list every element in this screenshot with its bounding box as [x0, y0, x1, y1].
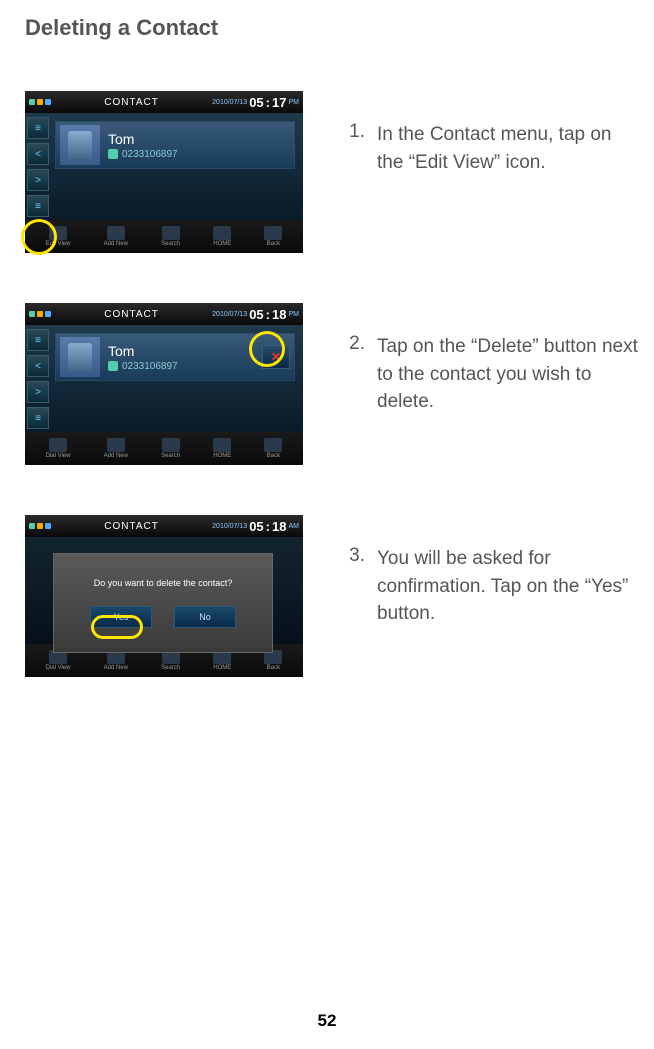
scroll-up-icon[interactable]: ≡ — [27, 117, 49, 139]
search-button[interactable]: Search — [161, 226, 180, 247]
step-2: CONTACT 2010/07/13 05 : 18 PM ≡ < > ≡ To… — [25, 303, 639, 465]
step-3: CONTACT 2010/07/13 05 : 18 AM Do you wan… — [25, 515, 639, 677]
nav-right-icon[interactable]: > — [27, 169, 49, 191]
step-1-number: 1. — [343, 121, 365, 143]
yes-button[interactable]: Yes — [90, 606, 152, 628]
scroll-down-icon[interactable]: ≡ — [27, 195, 49, 217]
add-new-button[interactable]: Add New — [104, 438, 128, 459]
screen-body: ≡ < > ≡ Tom 0233106897 — [25, 113, 303, 220]
step-3-number: 3. — [343, 545, 365, 567]
scroll-down-icon[interactable]: ≡ — [27, 407, 49, 429]
back-button[interactable]: Back — [264, 650, 282, 671]
screen-footer: Edit View Add New Search HOME Back — [25, 220, 303, 253]
confirm-dialog: Do you want to delete the contact? Yes N… — [53, 553, 273, 653]
step-2-text: 2. Tap on the “Delete” button next to th… — [343, 303, 639, 416]
contact-row[interactable]: Tom 0233106897 — [55, 121, 295, 169]
contact-number: 0233106897 — [108, 149, 178, 160]
nav-left-icon[interactable]: < — [27, 143, 49, 165]
header-status-icons — [29, 311, 51, 317]
home-button[interactable]: HOME — [213, 226, 231, 247]
dialog-text: Do you want to delete the contact? — [94, 578, 233, 588]
step-1-text: 1. In the Contact menu, tap on the “Edit… — [343, 91, 639, 176]
screen-header: CONTACT 2010/07/13 05 : 17 PM — [25, 91, 303, 113]
add-new-button[interactable]: Add New — [104, 226, 128, 247]
delete-button[interactable]: ✕ — [262, 345, 290, 369]
avatar — [60, 337, 100, 377]
home-button[interactable]: HOME — [213, 438, 231, 459]
screen-title: CONTACT — [104, 97, 159, 108]
contact-name: Tom — [108, 131, 178, 147]
scroll-up-icon[interactable]: ≡ — [27, 329, 49, 351]
step-2-number: 2. — [343, 333, 365, 355]
contact-info: Tom 0233106897 — [108, 343, 178, 372]
page-number: 52 — [318, 1011, 337, 1031]
contact-info: Tom 0233106897 — [108, 131, 178, 160]
contact-number: 0233106897 — [108, 361, 178, 372]
screen-title: CONTACT — [104, 521, 159, 532]
edit-view-button[interactable]: Edit View — [46, 226, 71, 247]
header-status-icons — [29, 523, 51, 529]
search-button[interactable]: Search — [161, 438, 180, 459]
back-button[interactable]: Back — [264, 226, 282, 247]
screen-title: CONTACT — [104, 309, 159, 320]
step-3-text: 3. You will be asked for confirmation. T… — [343, 515, 639, 628]
screen-body: ≡ < > ≡ Tom 0233106897 ✕ — [25, 325, 303, 432]
dial-view-button[interactable]: Dial View — [46, 438, 71, 459]
screen-footer: Dial View Add New Search HOME Back — [25, 432, 303, 465]
screen-clock: 2010/07/13 05 : 17 PM — [212, 95, 299, 110]
screenshot-1: CONTACT 2010/07/13 05 : 17 PM ≡ < > ≡ To… — [25, 91, 303, 253]
screen-header: CONTACT 2010/07/13 05 : 18 AM — [25, 515, 303, 537]
page-title: Deleting a Contact — [25, 15, 639, 41]
screen-header: CONTACT 2010/07/13 05 : 18 PM — [25, 303, 303, 325]
screen-clock: 2010/07/13 05 : 18 AM — [212, 519, 299, 534]
screen-body: Do you want to delete the contact? Yes N… — [25, 537, 303, 644]
nav-left-icon[interactable]: < — [27, 355, 49, 377]
phone-icon — [108, 361, 118, 371]
side-icons: ≡ < > ≡ — [27, 117, 51, 217]
side-icons: ≡ < > ≡ — [27, 329, 51, 429]
back-button[interactable]: Back — [264, 438, 282, 459]
close-icon: ✕ — [271, 350, 281, 364]
dial-view-button[interactable]: Dial View — [46, 650, 71, 671]
add-new-button[interactable]: Add New — [104, 650, 128, 671]
dialog-buttons: Yes No — [90, 606, 236, 628]
search-button[interactable]: Search — [161, 650, 180, 671]
contact-row[interactable]: Tom 0233106897 ✕ — [55, 333, 295, 381]
header-status-icons — [29, 99, 51, 105]
screenshot-3: CONTACT 2010/07/13 05 : 18 AM Do you wan… — [25, 515, 303, 677]
step-1: CONTACT 2010/07/13 05 : 17 PM ≡ < > ≡ To… — [25, 91, 639, 253]
home-button[interactable]: HOME — [213, 650, 231, 671]
step-2-desc: Tap on the “Delete” button next to the c… — [377, 333, 639, 416]
nav-right-icon[interactable]: > — [27, 381, 49, 403]
phone-icon — [108, 149, 118, 159]
step-1-desc: In the Contact menu, tap on the “Edit Vi… — [377, 121, 639, 176]
avatar — [60, 125, 100, 165]
contact-name: Tom — [108, 343, 178, 359]
screenshot-2: CONTACT 2010/07/13 05 : 18 PM ≡ < > ≡ To… — [25, 303, 303, 465]
no-button[interactable]: No — [174, 606, 236, 628]
step-3-desc: You will be asked for confirmation. Tap … — [377, 545, 639, 628]
screen-clock: 2010/07/13 05 : 18 PM — [212, 307, 299, 322]
